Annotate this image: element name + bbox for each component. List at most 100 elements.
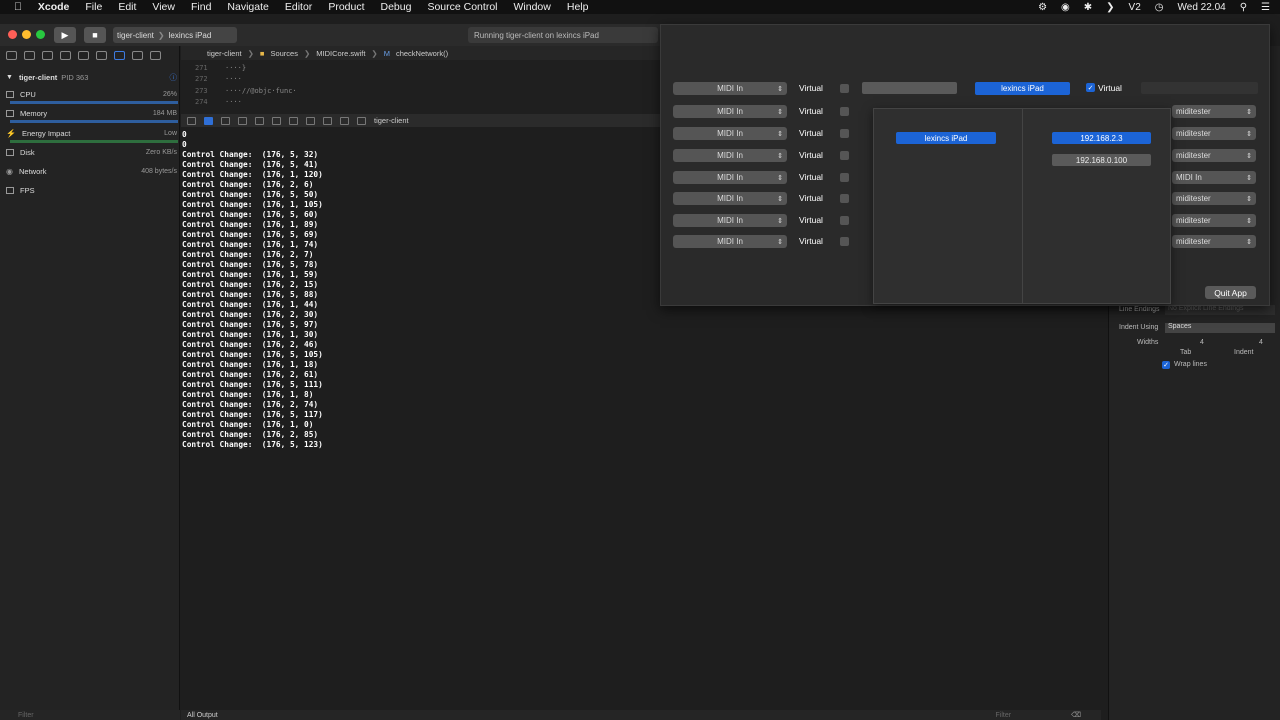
virtual-checkbox[interactable] [840, 84, 849, 93]
midi-output-select[interactable]: miditester ⇕ [1172, 105, 1256, 118]
history-icon[interactable]: ◷ [1155, 2, 1164, 13]
popover-device-item[interactable]: lexincs iPad [896, 132, 996, 144]
step-out-icon[interactable] [272, 116, 281, 125]
v2-icon[interactable]: V2 [1129, 2, 1141, 13]
search-icon[interactable]: ⚲ [1240, 2, 1247, 13]
process-row[interactable]: ▼ tiger-client PID 363 ⓘ [6, 70, 177, 84]
hide-debug-icon[interactable] [187, 116, 196, 125]
breakpoint-icon[interactable] [132, 50, 143, 60]
midi-input-select[interactable]: MIDI In ⇕ [673, 214, 787, 227]
ip-item-selected[interactable]: 192.168.2.3 [1052, 132, 1151, 144]
navigator-filter-input[interactable]: Filter [18, 712, 34, 719]
midi-input-select[interactable]: MIDI In ⇕ [673, 192, 787, 205]
midi-output-select[interactable]: MIDI In ⇕ [1172, 171, 1256, 184]
midi-output-select[interactable]: miditester ⇕ [1172, 149, 1256, 162]
indent-width-input[interactable]: 4 [1259, 339, 1263, 346]
trash-icon[interactable]: ⌫ [1071, 711, 1081, 719]
midi-output-select[interactable]: miditester ⇕ [1172, 127, 1256, 140]
gauge-energy[interactable]: ⚡ Energy Impact Low [6, 126, 177, 140]
search-icon[interactable] [60, 50, 71, 60]
virtual-checkbox[interactable] [840, 194, 849, 203]
tab-width-input[interactable]: 4 [1200, 339, 1204, 346]
step-over-icon[interactable] [238, 116, 247, 125]
scheme-selector[interactable]: tiger-client ❯ lexincs iPad [113, 27, 237, 43]
menu-product[interactable]: Product [320, 1, 372, 13]
midi-input-select[interactable]: MIDI In ⇕ [673, 105, 787, 118]
warning-icon[interactable] [78, 50, 89, 60]
test-icon[interactable] [96, 50, 107, 60]
report-icon[interactable] [150, 50, 161, 60]
symbol-icon[interactable] [42, 50, 53, 60]
console-filter-input[interactable]: Filter [996, 712, 1012, 719]
gauge-memory[interactable]: Memory 184 MB [6, 106, 177, 120]
virtual-checkbox[interactable] [840, 107, 849, 116]
close-window-button[interactable] [8, 30, 17, 39]
breadcrumb-file[interactable]: MIDICore.swift [316, 49, 365, 58]
clock[interactable]: Wed 22.04 [1178, 2, 1226, 13]
virtual-checkbox[interactable] [840, 129, 849, 138]
breakpoints-toggle-icon[interactable] [204, 116, 213, 125]
breadcrumb-folder[interactable]: Sources [270, 49, 298, 58]
location-icon[interactable] [340, 116, 349, 125]
midi-output-select[interactable]: miditester ⇕ [1172, 214, 1256, 227]
camera-icon[interactable] [357, 116, 366, 125]
midi-output-select[interactable]: miditester ⇕ [1172, 235, 1256, 248]
name-field[interactable] [862, 82, 957, 94]
ip-item[interactable]: 192.168.0.100 [1052, 154, 1151, 166]
gear-icon[interactable]: ⚙ [1038, 2, 1047, 13]
virtual-checkbox[interactable] [840, 216, 849, 225]
gauge-disk[interactable]: Disk Zero KB/s [6, 145, 177, 159]
virtual-checkbox[interactable] [840, 237, 849, 246]
menu-editor[interactable]: Editor [277, 1, 320, 13]
midi-input-select[interactable]: MIDI In ⇕ [673, 235, 787, 248]
apple-icon[interactable]:  [0, 1, 30, 13]
gauge-cpu[interactable]: CPU 26% [6, 87, 177, 101]
breadcrumb-function[interactable]: checkNetwork() [396, 49, 448, 58]
midi-input-select[interactable]: MIDI In ⇕ [673, 149, 787, 162]
midi-input-select[interactable]: MIDI In ⇕ [673, 82, 787, 95]
list-icon[interactable]: ☰ [1261, 2, 1270, 13]
menu-help[interactable]: Help [559, 1, 597, 13]
folder-icon[interactable] [6, 50, 17, 60]
code-editor[interactable]: 271 ····} 272 ···· 273 ····//@objc·func·… [181, 60, 661, 114]
bluetooth-icon[interactable]: ✱ [1084, 2, 1092, 13]
top-virtual-checkbox[interactable]: ✓ [1086, 83, 1095, 92]
menu-navigate[interactable]: Navigate [219, 1, 276, 13]
breadcrumb-project[interactable]: tiger-client [207, 49, 242, 58]
menu-app-name[interactable]: Xcode [30, 1, 78, 13]
menu-file[interactable]: File [77, 1, 110, 13]
pause-icon[interactable] [221, 116, 230, 125]
menu-debug[interactable]: Debug [373, 1, 420, 13]
virtual-checkbox[interactable] [840, 173, 849, 182]
stop-button[interactable]: ■ [84, 27, 106, 43]
environment-icon[interactable] [323, 116, 332, 125]
menu-window[interactable]: Window [506, 1, 559, 13]
top-right-field[interactable] [1141, 82, 1258, 94]
gauge-network[interactable]: ◉ Network 408 bytes/s [6, 164, 177, 178]
zoom-window-button[interactable] [36, 30, 45, 39]
process-selector[interactable]: tiger-client [374, 116, 409, 125]
info-icon[interactable]: ⓘ [170, 72, 178, 83]
menu-edit[interactable]: Edit [110, 1, 144, 13]
virtual-checkbox[interactable] [840, 151, 849, 160]
step-in-icon[interactable] [255, 116, 264, 125]
minimize-window-button[interactable] [22, 30, 31, 39]
record-icon[interactable]: ◉ [1061, 2, 1070, 13]
indent-using-select[interactable]: Spaces [1165, 323, 1275, 333]
wrap-lines-checkbox[interactable]: ✓ [1162, 361, 1170, 369]
menu-source-control[interactable]: Source Control [419, 1, 505, 13]
debug-icon[interactable] [114, 50, 125, 60]
midi-output-select[interactable]: miditester ⇕ [1172, 192, 1256, 205]
midi-input-select[interactable]: MIDI In ⇕ [673, 127, 787, 140]
memory-graph-icon[interactable] [306, 116, 315, 125]
play-icon[interactable]: ❯ [1106, 2, 1114, 13]
menu-find[interactable]: Find [183, 1, 219, 13]
menu-view[interactable]: View [144, 1, 183, 13]
view-hierarchy-icon[interactable] [289, 116, 298, 125]
line-endings-select[interactable]: No Explicit Line Endings [1165, 305, 1275, 315]
source-control-icon[interactable] [24, 50, 35, 60]
midi-input-select[interactable]: MIDI In ⇕ [673, 171, 787, 184]
output-selector[interactable]: All Output [187, 712, 218, 719]
run-button[interactable]: ▶ [54, 27, 76, 43]
disclosure-icon[interactable]: ▼ [6, 74, 13, 81]
